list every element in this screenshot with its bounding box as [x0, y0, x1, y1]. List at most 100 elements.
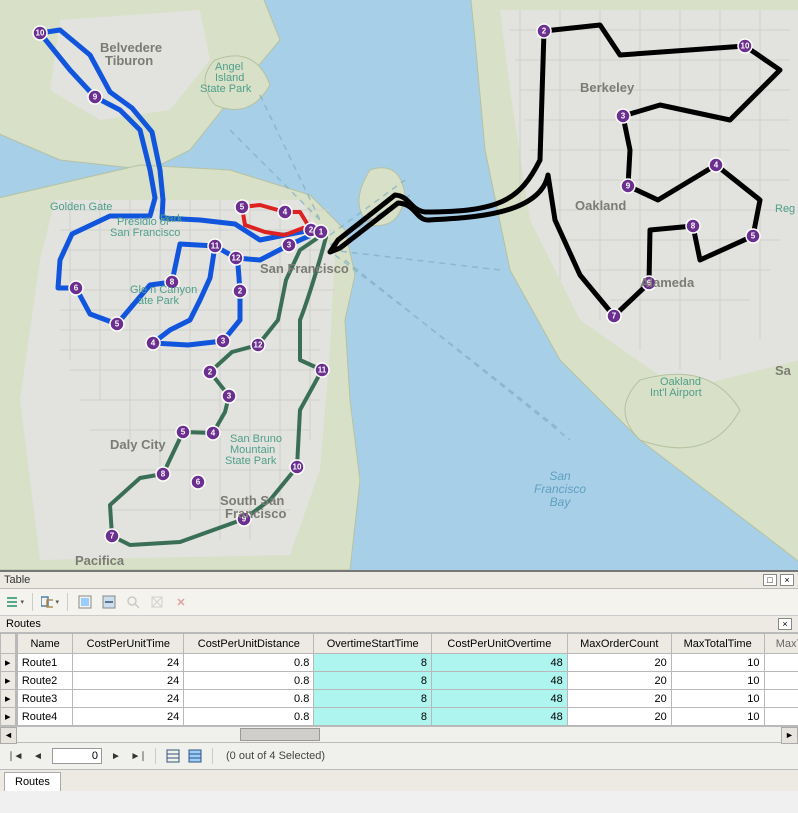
svg-text:5: 5: [115, 320, 120, 329]
label-san-leandro: Sa: [775, 363, 792, 378]
col-header-costperunitovertime[interactable]: CostPerUnitOvertime: [431, 634, 567, 654]
cell-maxtotaltraveltime[interactable]: [764, 654, 798, 672]
map-view[interactable]: 10 9 6 8 5 4 3 2 11 12 5 4 3 2 1 12 2 3 …: [0, 0, 798, 570]
cell-overtimestarttime[interactable]: 8: [314, 690, 432, 708]
label-daly-city: Daly City: [110, 437, 166, 452]
cell-maxordercount[interactable]: 20: [567, 708, 671, 726]
cell-maxtotaltime[interactable]: 10: [671, 690, 764, 708]
table-row[interactable]: ▸Route2240.88482010: [1, 672, 798, 690]
next-record-button[interactable]: ►: [108, 748, 124, 764]
cell-name[interactable]: Route3: [16, 690, 73, 708]
table-row[interactable]: ▸Route4240.88482010: [1, 708, 798, 726]
cell-costperunitdistance[interactable]: 0.8: [184, 690, 314, 708]
label-regional: Reg: [775, 203, 795, 215]
col-header-maxordercount[interactable]: MaxOrderCount: [567, 634, 671, 654]
svg-text:5: 5: [751, 232, 756, 241]
cell-overtimestarttime[interactable]: 8: [314, 708, 432, 726]
toolbar-separator: [67, 593, 68, 611]
select-by-icon: [78, 595, 92, 609]
first-record-button[interactable]: ∣◄: [8, 748, 24, 764]
table-grid[interactable]: Name CostPerUnitTime CostPerUnitDistance…: [0, 633, 798, 726]
row-selector[interactable]: ▸: [1, 708, 17, 726]
tab-routes[interactable]: Routes: [4, 772, 61, 791]
svg-text:10: 10: [293, 463, 302, 472]
scroll-right-button[interactable]: ►: [781, 727, 798, 744]
cell-maxtotaltraveltime[interactable]: [764, 708, 798, 726]
cell-costperunitdistance[interactable]: 0.8: [184, 708, 314, 726]
col-header-maxtotaltime[interactable]: MaxTotalTime: [671, 634, 764, 654]
label-oakland: Oakland: [575, 198, 626, 213]
show-selected-records-button[interactable]: [187, 748, 203, 764]
cell-maxtotaltime[interactable]: 10: [671, 672, 764, 690]
table-close-button[interactable]: ×: [778, 618, 792, 630]
cell-maxordercount[interactable]: 20: [567, 654, 671, 672]
cell-overtimestarttime[interactable]: 8: [314, 654, 432, 672]
cell-costperunittime[interactable]: 24: [73, 672, 184, 690]
cell-costperunittime[interactable]: 24: [73, 654, 184, 672]
related-tables-button[interactable]: [40, 592, 60, 612]
svg-text:3: 3: [287, 241, 292, 250]
nav-separator: [155, 748, 156, 764]
minimize-button[interactable]: □: [763, 574, 777, 586]
svg-text:4: 4: [151, 339, 156, 348]
cell-name[interactable]: Route4: [16, 708, 73, 726]
row-selector[interactable]: ▸: [1, 672, 17, 690]
cell-costperunittime[interactable]: 24: [73, 690, 184, 708]
cell-costperunitdistance[interactable]: 0.8: [184, 654, 314, 672]
close-button[interactable]: ×: [780, 574, 794, 586]
col-header-maxtotaltraveltime[interactable]: MaxTotalTravelTim: [764, 634, 798, 654]
cell-name[interactable]: Route2: [16, 672, 73, 690]
cell-maxordercount[interactable]: 20: [567, 672, 671, 690]
select-by-attributes-button[interactable]: [75, 592, 95, 612]
svg-text:12: 12: [254, 341, 263, 350]
cell-maxtotaltime[interactable]: 10: [671, 654, 764, 672]
table-row[interactable]: ▸Route1240.88482010: [1, 654, 798, 672]
svg-text:1: 1: [319, 228, 324, 237]
zoom-selected-icon: [126, 595, 140, 609]
cell-maxordercount[interactable]: 20: [567, 690, 671, 708]
cell-costperunitovertime[interactable]: 48: [431, 690, 567, 708]
label-pacifica: Pacifica: [75, 553, 125, 568]
cell-costperunitovertime[interactable]: 48: [431, 654, 567, 672]
current-record-input[interactable]: [52, 748, 102, 764]
switch-selection-button[interactable]: [99, 592, 119, 612]
table-tabs: Routes: [0, 770, 798, 791]
last-record-button[interactable]: ►∣: [130, 748, 146, 764]
svg-text:11: 11: [318, 366, 327, 375]
table-toolbar: ✕: [0, 589, 798, 616]
prev-record-button[interactable]: ◄: [30, 748, 46, 764]
col-header-overtimestarttime[interactable]: OvertimeStartTime: [314, 634, 432, 654]
table-row[interactable]: ▸Route3240.88482010: [1, 690, 798, 708]
cell-overtimestarttime[interactable]: 8: [314, 672, 432, 690]
col-header-costperunitdistance[interactable]: CostPerUnitDistance: [184, 634, 314, 654]
list-by-button[interactable]: [5, 592, 25, 612]
horizontal-scrollbar[interactable]: ◄ ►: [0, 726, 798, 743]
svg-text:6: 6: [74, 284, 79, 293]
col-header-name[interactable]: Name: [16, 634, 73, 654]
cell-costperunitdistance[interactable]: 0.8: [184, 672, 314, 690]
svg-text:5: 5: [181, 428, 186, 437]
selection-status: (0 out of 4 Selected): [226, 750, 325, 762]
cell-costperunittime[interactable]: 24: [73, 708, 184, 726]
row-selector[interactable]: ▸: [1, 690, 17, 708]
scroll-left-button[interactable]: ◄: [0, 727, 17, 744]
show-all-records-button[interactable]: [165, 748, 181, 764]
cell-costperunitovertime[interactable]: 48: [431, 708, 567, 726]
record-navigator: ∣◄ ◄ ► ►∣ (0 out of 4 Selected): [0, 743, 798, 770]
table-name: Routes: [6, 618, 41, 630]
toolbar-separator: [32, 593, 33, 611]
svg-text:2: 2: [309, 226, 314, 235]
cell-costperunitovertime[interactable]: 48: [431, 672, 567, 690]
row-selector[interactable]: ▸: [1, 654, 17, 672]
cell-maxtotaltime[interactable]: 10: [671, 708, 764, 726]
cell-maxtotaltraveltime[interactable]: [764, 672, 798, 690]
svg-text:11: 11: [211, 242, 220, 251]
svg-text:9: 9: [626, 182, 631, 191]
scroll-thumb[interactable]: [240, 728, 320, 741]
svg-text:4: 4: [283, 208, 288, 217]
col-header-costperunittime[interactable]: CostPerUnitTime: [73, 634, 184, 654]
label-berkeley: Berkeley: [580, 80, 635, 95]
svg-text:7: 7: [110, 532, 115, 541]
cell-maxtotaltraveltime[interactable]: [764, 690, 798, 708]
cell-name[interactable]: Route1: [16, 654, 73, 672]
